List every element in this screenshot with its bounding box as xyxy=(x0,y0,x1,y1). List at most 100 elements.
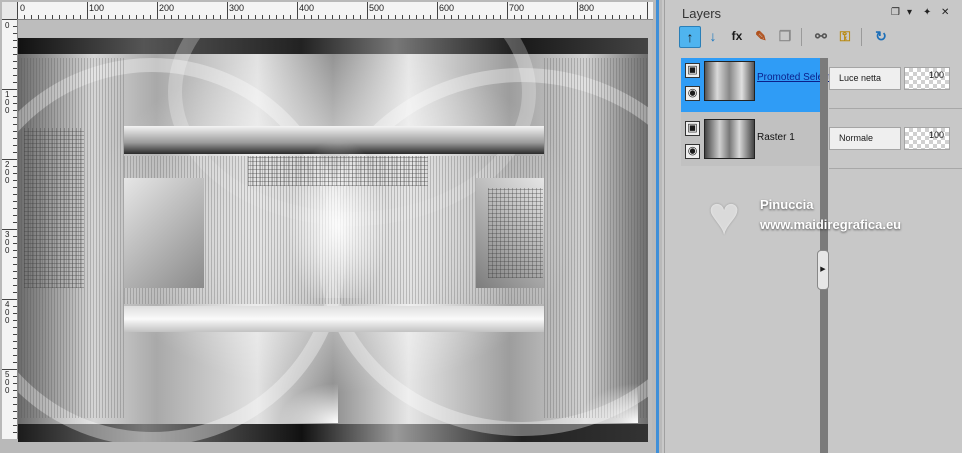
ruler-label: 200 xyxy=(159,3,175,13)
layer-row-main[interactable]: ▣ ◉ Raster 1 xyxy=(681,112,821,166)
ruler-label: 0 xyxy=(20,3,26,13)
blend-mode-select[interactable]: Luce netta ▼ xyxy=(829,67,916,90)
ruler-tick xyxy=(395,15,396,19)
ruler-label: 5 0 0 xyxy=(5,370,10,395)
ruler-tick xyxy=(13,201,17,202)
effects-icon[interactable]: fx xyxy=(727,26,747,46)
ruler-label: 2 0 0 xyxy=(5,160,10,185)
ruler-tick xyxy=(346,15,347,19)
ruler-tick xyxy=(227,2,228,19)
ruler-label: 400 xyxy=(299,3,315,13)
eye-icon[interactable]: ◉ xyxy=(685,86,700,101)
ruler-tick xyxy=(13,341,17,342)
artwork-lines xyxy=(544,58,648,418)
eye-icon[interactable]: ◉ xyxy=(685,144,700,159)
ruler-tick xyxy=(2,159,17,160)
ruler-tick xyxy=(192,15,193,19)
ruler-tick xyxy=(283,15,284,19)
ruler-tick xyxy=(13,47,17,48)
new-mask-icon[interactable]: ↓ xyxy=(703,26,723,46)
artwork-image[interactable] xyxy=(18,38,648,442)
blend-mode-select[interactable]: Normale ▼ xyxy=(829,127,916,150)
ruler-tick xyxy=(143,15,144,19)
ruler-tick xyxy=(129,15,130,19)
layer-thumbnail xyxy=(704,61,755,101)
ruler-tick xyxy=(507,2,508,19)
ruler-tick xyxy=(13,383,17,384)
ruler-tick xyxy=(13,411,17,412)
ruler-tick xyxy=(409,15,410,19)
layer-name[interactable]: Raster 1 xyxy=(757,132,795,143)
ruler-tick xyxy=(598,15,599,19)
opacity-field[interactable]: 100 xyxy=(904,127,950,150)
ruler-tick xyxy=(535,15,536,19)
scroll-handle[interactable]: ▶ xyxy=(817,250,829,290)
row-divider xyxy=(829,108,962,109)
ruler-tick xyxy=(13,75,17,76)
watermark-name: Pinuccia xyxy=(760,197,814,212)
brush-icon[interactable]: ✎ xyxy=(751,26,771,46)
ruler-tick xyxy=(605,15,606,19)
ruler-tick xyxy=(297,2,298,19)
opacity-field[interactable]: 100 xyxy=(904,67,950,90)
ruler-tick xyxy=(45,15,46,19)
ruler-tick xyxy=(13,313,17,314)
ruler-tick xyxy=(13,257,17,258)
panel-title: Layers xyxy=(682,6,722,21)
ruler-tick xyxy=(472,15,473,19)
link-icon[interactable]: ⚯ xyxy=(811,26,831,46)
ruler-label: 3 0 0 xyxy=(5,230,10,255)
ruler-tick xyxy=(13,362,17,363)
ruler-tick xyxy=(2,229,17,230)
ruler-tick xyxy=(66,15,67,19)
ruler-horizontal: 0 100 200 300 400 500 600 700 800 xyxy=(17,2,653,20)
canvas-area[interactable]: 0 100 200 300 400 500 600 700 800 0 1 0 … xyxy=(0,0,662,453)
menu-arrow-icon[interactable]: ▾ xyxy=(907,7,912,18)
pin-icon[interactable]: ✦ xyxy=(923,7,931,18)
ruler-tick xyxy=(17,2,18,19)
ruler-tick xyxy=(13,306,17,307)
ruler-tick xyxy=(234,15,235,19)
ruler-label: 800 xyxy=(579,3,595,13)
blend-mode-value: Luce netta xyxy=(839,73,882,83)
restore-icon[interactable]: ❐ xyxy=(891,7,900,18)
lock-icon[interactable]: ⚿ xyxy=(835,26,855,46)
ruler-tick xyxy=(87,2,88,19)
ruler-tick xyxy=(38,15,39,19)
ruler-tick xyxy=(332,15,333,19)
ruler-label: 0 xyxy=(5,21,10,30)
ruler-tick xyxy=(73,15,74,19)
ruler-tick xyxy=(479,15,480,19)
ruler-tick xyxy=(633,15,634,19)
ruler-tick xyxy=(220,15,221,19)
ruler-tick xyxy=(171,15,172,19)
ruler-tick xyxy=(367,2,368,19)
new-layer-icon[interactable]: ↑ xyxy=(679,26,701,48)
ruler-tick xyxy=(458,15,459,19)
ruler-label: 600 xyxy=(439,3,455,13)
artwork-mesh xyxy=(248,156,428,186)
ruler-tick xyxy=(13,215,17,216)
image-canvas[interactable] xyxy=(18,20,652,442)
layer-row-main[interactable]: ▣ ◉ Promoted Select xyxy=(681,58,831,112)
ruler-tick xyxy=(13,376,17,377)
ruler-tick xyxy=(493,15,494,19)
duplicate-icon[interactable]: ❐ xyxy=(775,26,795,46)
ruler-tick xyxy=(94,15,95,19)
ruler-tick xyxy=(318,15,319,19)
ruler-tick xyxy=(276,15,277,19)
ruler-tick xyxy=(115,15,116,19)
ruler-tick xyxy=(13,243,17,244)
ruler-tick xyxy=(269,15,270,19)
ruler-tick xyxy=(262,15,263,19)
ruler-tick xyxy=(13,404,17,405)
ruler-tick xyxy=(521,15,522,19)
ruler-tick xyxy=(486,15,487,19)
ruler-tick xyxy=(311,15,312,19)
properties-icon[interactable]: ↻ xyxy=(871,26,891,46)
ruler-tick xyxy=(164,15,165,19)
ruler-tick xyxy=(199,15,200,19)
layer-thumbnail xyxy=(704,119,755,159)
close-icon[interactable]: ✕ xyxy=(941,7,949,18)
ruler-tick xyxy=(13,194,17,195)
